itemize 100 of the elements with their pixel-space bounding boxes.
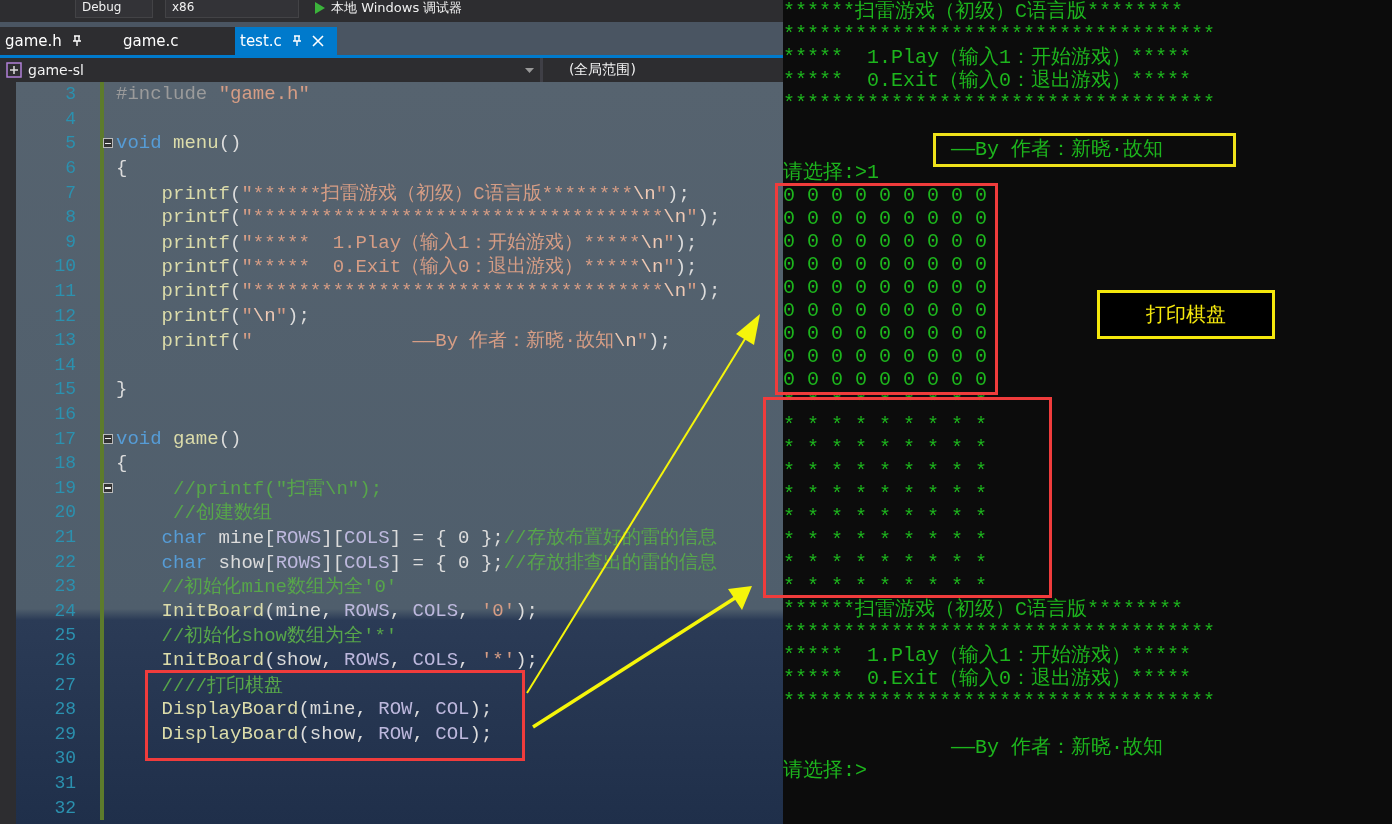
start-debugging-button[interactable]: 本地 Windows 调试器 [311, 0, 467, 17]
console-text: ************************************ [783, 690, 1216, 713]
line-number: 5 [64, 133, 76, 154]
line-number: 16 [53, 404, 76, 424]
line-number: 7 [64, 182, 76, 203]
line-number: 13 [53, 330, 76, 351]
console-text: ***** 0.Exit（输入0：退出游戏）***** [783, 69, 1192, 92]
code-line: printf("******扫雷游戏（初级）C语言版********\n"); [160, 181, 690, 206]
line-number: 9 [64, 231, 76, 252]
pin-icon[interactable] [71, 35, 82, 47]
project-name: game-sl [28, 62, 85, 78]
line-number: 20 [53, 502, 76, 523]
code-line: } [116, 378, 128, 401]
project-dropdown[interactable]: game-sl [0, 58, 540, 82]
code-line: { [116, 157, 128, 180]
line-number: 15 [53, 379, 76, 400]
line-number: 10 [53, 256, 76, 277]
file-tab[interactable]: game.c [118, 27, 235, 55]
line-number: 6 [64, 158, 76, 179]
line-number: 18 [53, 453, 76, 474]
line-number: 21 [53, 527, 76, 547]
console-text: 0 0 0 0 0 0 0 0 0 [783, 276, 988, 299]
line-number: 17 [53, 428, 76, 449]
code-line: InitBoard(mine, ROWS, COLS, '0'); [160, 599, 538, 622]
code-line: //初始化mine数组为全'0' [160, 575, 398, 600]
console-text: * * * * * * * * * [783, 506, 988, 529]
project-icon [6, 62, 22, 78]
code-line: DisplayBoard(mine, ROW, COL); [160, 698, 493, 721]
line-number: 23 [53, 576, 76, 597]
console-text: 0 0 0 0 0 0 0 0 0 [783, 253, 988, 276]
console-text: ************************************ [783, 23, 1216, 46]
console-text: 请选择:> [783, 759, 867, 782]
console-text: ——By 作者：新晓·故知 [951, 736, 1163, 759]
console-text: ***** 1.Play（输入1：开始游戏）***** [783, 644, 1192, 667]
line-number: 24 [53, 600, 76, 621]
code-line: void menu() [116, 132, 242, 155]
code-line: printf("************************************\n"); [160, 280, 721, 303]
code-line: DisplayBoard(show, ROW, COL); [160, 722, 493, 745]
line-number: 29 [53, 723, 76, 744]
line-number: 12 [53, 305, 76, 326]
line-number: 19 [53, 477, 76, 498]
platform-dropdown[interactable]: x86 [165, 0, 299, 18]
line-number: 26 [53, 649, 76, 670]
file-tab[interactable]: game.h [0, 27, 118, 55]
close-icon[interactable] [311, 35, 324, 47]
code-line: { [116, 452, 128, 475]
file-tab[interactable]: test.c [235, 27, 337, 55]
console-text: 0 0 0 0 0 0 0 0 0 [783, 345, 988, 368]
console-text: ************************************ [783, 92, 1216, 115]
console-text: ***** 1.Play（输入1：开始游戏）***** [783, 46, 1192, 69]
configuration-dropdown[interactable]: Debug [75, 0, 153, 18]
console-text: * * * * * * * * * [783, 529, 988, 552]
code-line: //创建数组 [172, 501, 272, 526]
annotation-label: 打印棋盘 [1097, 290, 1275, 339]
code-line: //初始化show数组为全'*' [160, 624, 398, 649]
code-line: //printf("扫雷\n"); [172, 476, 383, 501]
line-number: 11 [53, 281, 76, 302]
console-text: * * * * * * * * * [783, 437, 988, 460]
code-line: ////打印棋盘 [160, 673, 284, 698]
console-text: ——By 作者：新晓·故知 [951, 138, 1163, 161]
console-text: ***** 0.Exit（输入0：退出游戏）***** [783, 667, 1192, 690]
console-text: 0 0 0 0 0 0 0 0 0 [783, 230, 988, 253]
line-number: 32 [53, 797, 76, 818]
line-number: 8 [64, 207, 76, 228]
console-text: ******扫雷游戏（初级）C语言版******** [783, 598, 1184, 621]
collapse-icon[interactable] [103, 482, 113, 493]
line-number: 27 [53, 674, 76, 695]
console-text: * * * * * * * * * [783, 483, 988, 506]
console-text: 0 0 0 0 0 0 0 0 0 [783, 184, 988, 207]
line-number: 25 [53, 625, 76, 646]
console-text: 0 0 0 0 0 0 0 0 0 [783, 207, 988, 230]
console-text: ******扫雷游戏（初级）C语言版******** [783, 0, 1184, 23]
code-line: printf("************************************\n"); [160, 206, 721, 229]
code-line: printf(" ——By 作者：新晓·故知\n"); [160, 329, 671, 354]
collapse-icon[interactable] [103, 138, 113, 149]
console-text: * * * * * * * * * [783, 460, 988, 483]
caret-icon [525, 67, 534, 73]
line-number: 3 [64, 84, 76, 105]
code-line: printf("***** 0.Exit（输入0：退出游戏）*****\n"); [160, 255, 698, 280]
console-text: 0 0 0 0 0 0 0 0 0 [783, 368, 988, 391]
console-text: 请选择:>1 [783, 161, 879, 184]
line-number: 31 [53, 772, 76, 793]
console-text: 0 0 0 0 0 0 0 0 0 [783, 299, 988, 322]
code-line: printf("***** 1.Play（输入1：开始游戏）*****\n"); [160, 230, 698, 255]
console-text: ************************************ [783, 621, 1216, 644]
scope-dropdown[interactable]: (全局范围) [543, 58, 783, 82]
console-text: * * * * * * * * * [783, 552, 988, 575]
collapse-icon[interactable] [103, 433, 113, 444]
code-line: printf("\n"); [160, 304, 310, 327]
line-number: 4 [64, 108, 76, 129]
code-line: InitBoard(show, ROWS, COLS, '*'); [160, 648, 538, 671]
console-text: * * * * * * * * * [783, 575, 988, 598]
line-number: 22 [53, 551, 76, 572]
code-line: void game() [116, 427, 242, 450]
console-text: * * * * * * * * * [783, 414, 988, 437]
console-text: 0 0 0 0 0 0 0 0 0 [783, 322, 988, 345]
line-number: 30 [53, 748, 76, 769]
line-number: 28 [53, 699, 76, 720]
code-line: #include "game.h" [116, 83, 310, 106]
play-icon [315, 2, 325, 14]
